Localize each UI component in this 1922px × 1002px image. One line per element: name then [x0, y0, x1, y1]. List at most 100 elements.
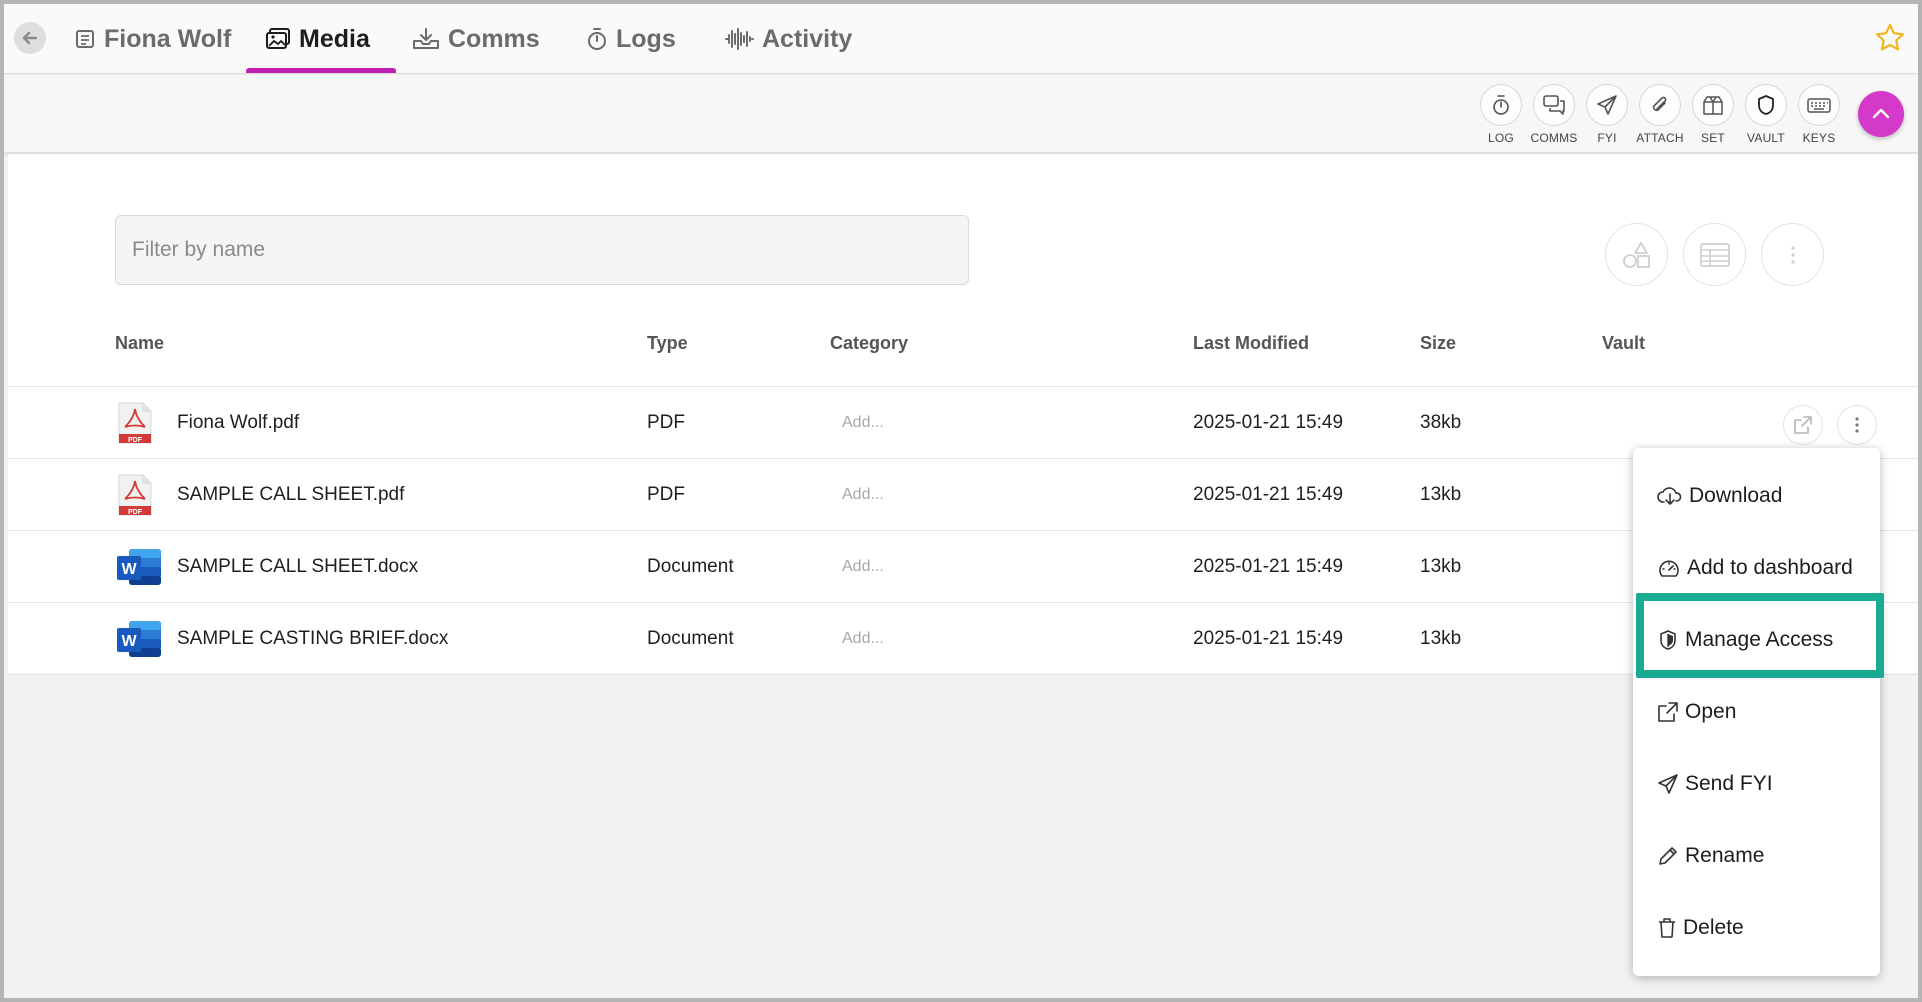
tab-activity[interactable]: Activity	[724, 4, 852, 74]
action-toolbar: LOG COMMS FYI ATTACH SET VAULT KEYS	[4, 75, 1918, 152]
dashboard-gauge-icon	[1659, 560, 1679, 577]
svg-text:PDF: PDF	[128, 509, 143, 516]
inbox-download-icon	[413, 28, 439, 49]
toolbar-keys-button[interactable]: KEYS	[1794, 84, 1844, 145]
file-type: PDF	[647, 484, 685, 505]
pdf-file-icon: PDF	[118, 402, 152, 444]
arrow-left-icon	[22, 31, 38, 45]
menu-item-label: Rename	[1685, 844, 1765, 867]
tab-fiona-wolf[interactable]: Fiona Wolf	[74, 4, 231, 74]
tab-logs[interactable]: Logs	[586, 4, 676, 74]
paper-plane-icon	[1597, 95, 1617, 115]
column-header-vault[interactable]: Vault	[1602, 333, 1645, 354]
toolbar-fyi-button[interactable]: FYI	[1582, 84, 1632, 145]
menu-item-label: Add to dashboard	[1687, 556, 1853, 579]
table-view-button[interactable]	[1683, 223, 1746, 286]
more-options-button[interactable]	[1761, 223, 1824, 286]
tab-label: Fiona Wolf	[104, 24, 232, 53]
file-type: Document	[647, 628, 734, 649]
menu-item-label: Delete	[1683, 916, 1744, 939]
word-file-icon: W	[117, 621, 161, 657]
star-icon	[1876, 23, 1904, 51]
category-view-button[interactable]	[1605, 223, 1668, 286]
row-menu-button[interactable]	[1837, 405, 1877, 445]
toolbar-label: COMMS	[1530, 131, 1578, 145]
menu-item-send-fyi[interactable]: Send FYI	[1633, 748, 1880, 820]
file-modified: 2025-01-21 15:49	[1193, 484, 1344, 505]
box-icon	[1703, 96, 1723, 115]
toolbar-label: ATTACH	[1636, 131, 1684, 145]
external-link-icon	[1794, 416, 1812, 434]
table-row[interactable]: PDF SAMPLE CALL SHEET.pdf PDF Add... 202…	[8, 459, 1918, 531]
toolbar-log-button[interactable]: LOG	[1476, 84, 1526, 145]
file-modified: 2025-01-21 15:49	[1193, 628, 1344, 649]
table-icon	[1699, 242, 1730, 267]
file-name[interactable]: Fiona Wolf.pdf	[177, 387, 299, 459]
svg-text:W: W	[121, 561, 137, 578]
table-row[interactable]: W SAMPLE CALL SHEET.docx Document Add...…	[8, 531, 1918, 603]
app-window: Fiona Wolf Media Comms Logs Activity LOG	[4, 4, 1918, 998]
file-name[interactable]: SAMPLE CALL SHEET.docx	[177, 531, 418, 603]
media-panel: Name Type Category Last Modified Size Va…	[8, 154, 1918, 675]
file-size: 13kb	[1420, 628, 1462, 649]
file-size: 13kb	[1420, 484, 1462, 505]
column-header-name[interactable]: Name	[115, 333, 164, 354]
active-tab-indicator	[246, 68, 396, 73]
menu-item-delete[interactable]: Delete	[1633, 892, 1880, 964]
category-add[interactable]: Add...	[842, 459, 884, 531]
toolbar-comms-button[interactable]: COMMS	[1529, 84, 1579, 145]
category-add[interactable]: Add...	[842, 531, 884, 603]
tab-label: Media	[299, 24, 370, 53]
pdf-file-icon: PDF	[118, 474, 152, 516]
image-icon	[266, 28, 290, 49]
tab-label: Activity	[762, 24, 853, 53]
category-add[interactable]: Add...	[842, 387, 884, 459]
word-file-icon: W	[117, 549, 161, 585]
file-modified: 2025-01-21 15:49	[1193, 556, 1344, 577]
menu-item-rename[interactable]: Rename	[1633, 820, 1880, 892]
file-size: 13kb	[1420, 556, 1462, 577]
column-header-size[interactable]: Size	[1420, 333, 1456, 354]
table-row[interactable]: W SAMPLE CASTING BRIEF.docx Document Add…	[8, 603, 1918, 675]
table-row[interactable]: PDF Fiona Wolf.pdf PDF Add... 2025-01-21…	[8, 387, 1918, 459]
file-context-menu: Download Add to dashboard Manage Access …	[1633, 448, 1880, 976]
tab-comms[interactable]: Comms	[412, 4, 540, 74]
collapse-toolbar-button[interactable]	[1858, 91, 1904, 137]
file-name[interactable]: SAMPLE CALL SHEET.pdf	[177, 459, 404, 531]
chevron-up-icon	[1872, 108, 1890, 119]
tab-bar: Fiona Wolf Media Comms Logs Activity	[4, 4, 1918, 74]
shield-icon	[1758, 95, 1774, 115]
category-add[interactable]: Add...	[842, 603, 884, 675]
keyboard-icon	[1807, 98, 1831, 113]
external-link-icon	[1658, 702, 1678, 722]
back-button[interactable]	[14, 22, 46, 54]
toolbar-label: LOG	[1488, 131, 1514, 145]
paper-plane-icon	[1658, 774, 1678, 794]
toolbar-vault-button[interactable]: VAULT	[1741, 84, 1791, 145]
menu-item-download[interactable]: Download	[1633, 460, 1880, 532]
toolbar-attach-button[interactable]: ATTACH	[1635, 84, 1685, 145]
svg-text:W: W	[121, 633, 137, 650]
column-header-last-modified[interactable]: Last Modified	[1193, 333, 1309, 354]
column-header-type[interactable]: Type	[647, 333, 688, 354]
column-header-category[interactable]: Category	[830, 333, 908, 354]
filter-by-name-input[interactable]	[115, 215, 969, 285]
file-name[interactable]: SAMPLE CASTING BRIEF.docx	[177, 603, 448, 675]
waveform-icon	[725, 28, 754, 50]
favorite-button[interactable]	[1874, 22, 1906, 59]
stopwatch-icon	[588, 28, 606, 50]
trash-icon	[1659, 918, 1675, 938]
svg-text:PDF: PDF	[128, 437, 143, 444]
toolbar-label: VAULT	[1747, 131, 1785, 145]
pencil-icon	[1659, 847, 1677, 865]
open-file-button[interactable]	[1783, 405, 1823, 445]
toolbar-label: KEYS	[1802, 131, 1836, 145]
toolbar-set-button[interactable]: SET	[1688, 84, 1738, 145]
menu-item-open[interactable]: Open	[1633, 676, 1880, 748]
toolbar-label: FYI	[1597, 131, 1617, 145]
paperclip-icon	[1652, 96, 1667, 112]
stopwatch-icon	[1493, 95, 1509, 115]
tab-media[interactable]: Media	[265, 4, 370, 74]
more-vertical-icon	[1855, 417, 1859, 433]
file-modified: 2025-01-21 15:49	[1193, 412, 1344, 433]
